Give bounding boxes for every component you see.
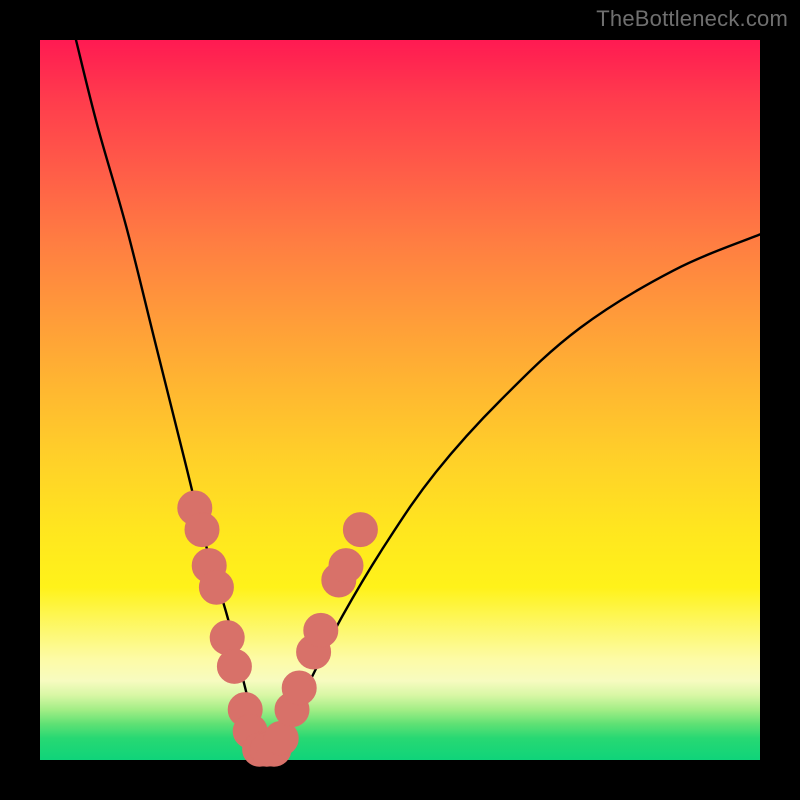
plot-background-gradient [40, 40, 760, 760]
watermark-text: TheBottleneck.com [596, 6, 788, 32]
chart-container: TheBottleneck.com [0, 0, 800, 800]
